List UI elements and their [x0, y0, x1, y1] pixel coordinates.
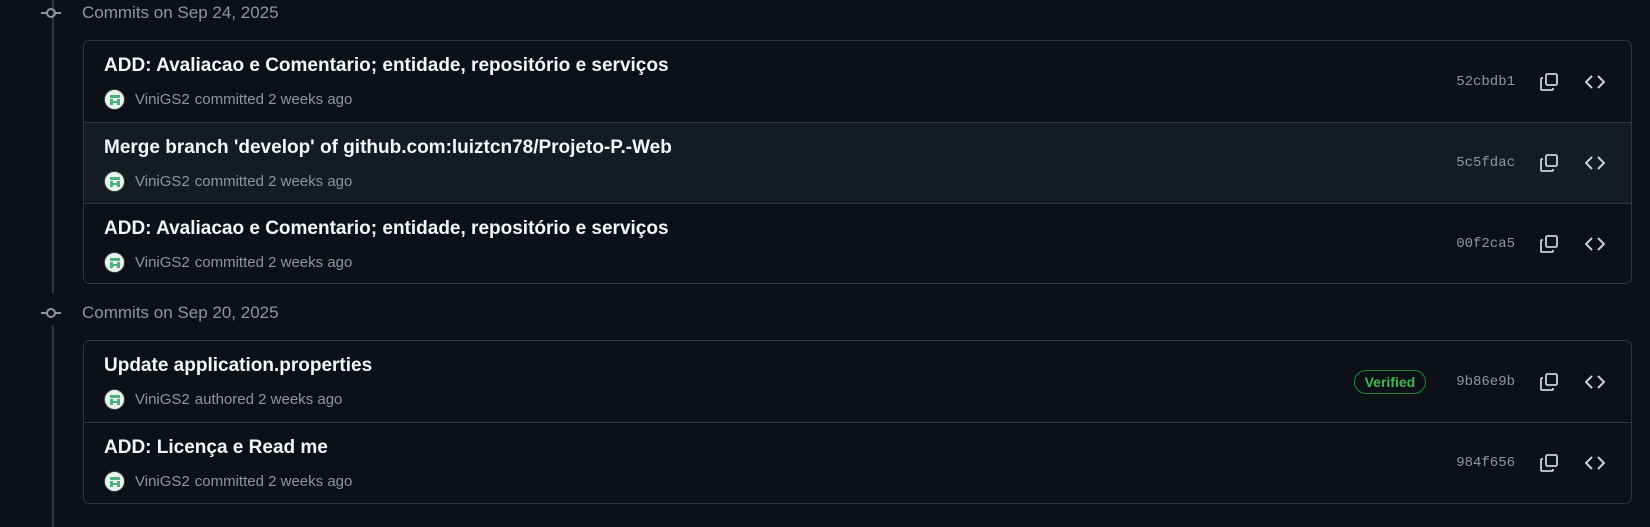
author-link[interactable]: ViniGS2 [135, 91, 190, 108]
commit-sha-link[interactable]: 52cbdb1 [1456, 74, 1515, 90]
commit-sha-link[interactable]: 00f2ca5 [1456, 236, 1515, 252]
code-icon[interactable] [1579, 366, 1611, 398]
copy-icon[interactable] [1533, 366, 1565, 398]
group-title: Commits on Sep 20, 2025 [82, 303, 279, 322]
author-link[interactable]: ViniGS2 [135, 473, 190, 490]
commit-sha-link[interactable]: 5c5fdac [1456, 155, 1515, 171]
commit-list: Update application.properties ViniGS2 au… [83, 340, 1632, 504]
commit-row[interactable]: Merge branch 'develop' of github.com:lui… [84, 122, 1631, 203]
timeline-line [52, 0, 54, 293]
copy-icon[interactable] [1533, 66, 1565, 98]
commit-action: committed [194, 473, 264, 490]
commit-action: committed [194, 254, 264, 271]
author-link[interactable]: ViniGS2 [135, 391, 190, 408]
commit-time: 2 weeks ago [268, 473, 353, 490]
commit-row[interactable]: ADD: Avaliacao e Comentario; entidade, r… [84, 41, 1631, 122]
commit-message-link[interactable]: ADD: Licença e Read me [104, 437, 328, 459]
commit-message-link[interactable]: Update application.properties [104, 355, 372, 377]
commit-action: committed [194, 91, 264, 108]
commit-list: ADD: Avaliacao e Comentario; entidade, r… [83, 40, 1632, 284]
avatar[interactable] [104, 171, 125, 192]
commit-sha-link[interactable]: 984f656 [1456, 455, 1515, 471]
code-icon[interactable] [1579, 147, 1611, 179]
commit-time: 2 weeks ago [258, 391, 343, 408]
timeline-line [52, 325, 54, 527]
avatar[interactable] [104, 389, 125, 410]
commit-group-header: Commits on Sep 24, 2025 [40, 0, 279, 26]
commit-sha-link[interactable]: 9b86e9b [1456, 374, 1515, 390]
commit-action: authored [194, 391, 254, 408]
code-icon[interactable] [1579, 447, 1611, 479]
commit-message-link[interactable]: ADD: Avaliacao e Comentario; entidade, r… [104, 218, 669, 240]
commit-row[interactable]: Update application.properties ViniGS2 au… [84, 341, 1631, 422]
verified-badge[interactable]: Verified [1353, 369, 1427, 394]
copy-icon[interactable] [1533, 228, 1565, 260]
commit-message-link[interactable]: ADD: Avaliacao e Comentario; entidade, r… [104, 55, 669, 77]
avatar[interactable] [104, 252, 125, 273]
git-commit-icon [40, 302, 62, 324]
commit-message-link[interactable]: Merge branch 'develop' of github.com:lui… [104, 137, 672, 159]
commit-time: 2 weeks ago [268, 254, 353, 271]
commit-row[interactable]: ADD: Avaliacao e Comentario; entidade, r… [84, 203, 1631, 283]
commit-time: 2 weeks ago [268, 173, 353, 190]
code-icon[interactable] [1579, 228, 1611, 260]
copy-icon[interactable] [1533, 147, 1565, 179]
copy-icon[interactable] [1533, 447, 1565, 479]
code-icon[interactable] [1579, 66, 1611, 98]
author-link[interactable]: ViniGS2 [135, 173, 190, 190]
author-link[interactable]: ViniGS2 [135, 254, 190, 271]
git-commit-icon [40, 2, 62, 24]
avatar[interactable] [104, 89, 125, 110]
commit-row[interactable]: ADD: Licença e Read me ViniGS2 committed… [84, 422, 1631, 503]
commit-group-header: Commits on Sep 20, 2025 [40, 300, 279, 326]
group-title: Commits on Sep 24, 2025 [82, 3, 279, 22]
avatar[interactable] [104, 471, 125, 492]
commit-action: committed [194, 173, 264, 190]
commit-time: 2 weeks ago [268, 91, 353, 108]
